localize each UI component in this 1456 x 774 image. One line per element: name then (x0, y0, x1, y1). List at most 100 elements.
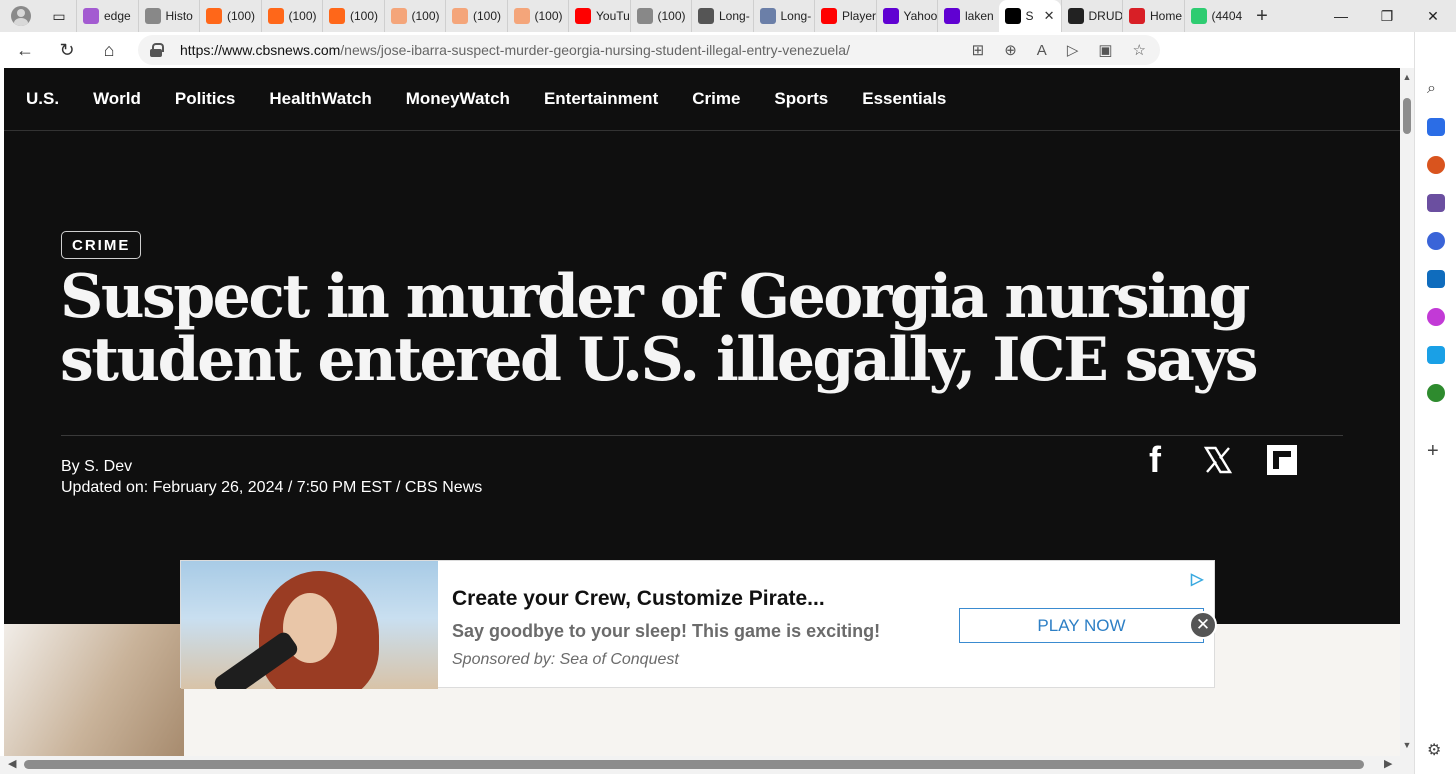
substack-icon (390, 8, 407, 24)
tab-strip: ▭ edge Histo (100) (100) (100) (100) (100) (100… (0, 0, 1456, 32)
scroll-up-arrow-icon[interactable]: ▲ (1402, 72, 1412, 82)
sidebar-app-icon[interactable] (1427, 118, 1445, 136)
home-red-icon (1129, 8, 1145, 24)
tab-label: edge (104, 9, 131, 23)
browser-tab[interactable]: Long- (691, 0, 753, 32)
minimize-button[interactable]: — (1318, 0, 1364, 32)
app-available-icon[interactable]: ⊞ (972, 41, 985, 59)
browser-tab[interactable]: Home (1122, 0, 1184, 32)
tab-label: (100) (534, 9, 563, 23)
tab-label: (100) (473, 9, 502, 23)
edge-sidebar: ⌕ + ⚙ (1414, 32, 1456, 774)
browser-tab[interactable]: Yahoo (875, 0, 937, 32)
flipboard-share-icon[interactable] (1266, 440, 1298, 480)
play-now-button[interactable]: PLAY NOW (959, 608, 1204, 643)
divider (61, 435, 1343, 436)
vertical-scrollbar[interactable]: ▲ ▼ (1400, 68, 1414, 756)
refresh-button[interactable]: ↻ (46, 32, 88, 68)
tab-label: Long- (780, 9, 812, 23)
sidebar-app-icon[interactable] (1427, 156, 1445, 174)
settings-gear-icon[interactable]: ⚙ (1427, 740, 1441, 760)
scroll-down-arrow-icon[interactable]: ▼ (1402, 740, 1412, 750)
browser-tab[interactable]: laken (937, 0, 999, 32)
nav-link-us[interactable]: U.S. (26, 89, 59, 109)
ad-subtitle[interactable]: Say goodbye to your sleep! This game is … (452, 621, 880, 642)
tab-label: Player (842, 9, 876, 23)
scroll-left-arrow-icon[interactable]: ◀ (8, 757, 16, 770)
close-window-button[interactable]: ✕ (1410, 0, 1456, 32)
sidebar-app-icon[interactable] (1427, 270, 1445, 288)
sidebar-app-icon[interactable] (1427, 194, 1445, 212)
tab-label: Histo (165, 9, 193, 23)
vertical-scroll-thumb[interactable] (1403, 98, 1411, 134)
tab-label: Home (1150, 9, 1183, 23)
updated-timestamp: Updated on: February 26, 2024 / 7:50 PM … (61, 479, 483, 496)
nav-link-essentials[interactable]: Essentials (862, 89, 946, 109)
ad-image[interactable] (181, 561, 438, 689)
favorite-star-icon[interactable]: ☆ (1133, 41, 1146, 59)
scroll-right-arrow-icon[interactable]: ▶ (1384, 757, 1392, 770)
browser-tab[interactable]: Long- (752, 0, 815, 32)
video-icon[interactable]: ▷ (1067, 41, 1079, 59)
url-field[interactable]: https://www.cbsnews.com/news/jose-ibarra… (138, 35, 1160, 65)
tab-label: (100) (350, 9, 379, 23)
substack-icon (329, 8, 345, 24)
horizontal-scroll-thumb[interactable] (24, 760, 1364, 769)
nav-link-sports[interactable]: Sports (774, 89, 828, 109)
browser-tab[interactable]: (100) (383, 0, 446, 32)
read-aloud-icon[interactable]: A (1037, 42, 1047, 59)
browser-tab[interactable]: YouTu (568, 0, 630, 32)
zoom-icon[interactable]: ⊕ (1004, 41, 1017, 59)
profile-button[interactable] (0, 0, 42, 32)
url-text: https://www.cbsnews.com/news/jose-ibarra… (180, 42, 850, 58)
browser-tab[interactable]: (4404 (1183, 0, 1246, 32)
category-badge[interactable]: CRIME (61, 231, 142, 259)
yahoo-icon (944, 8, 960, 24)
tab-label: (100) (227, 9, 256, 23)
x-share-icon[interactable] (1202, 440, 1234, 480)
tab-actions-button[interactable]: ▭ (42, 0, 76, 32)
browser-tab[interactable]: (100) (506, 0, 569, 32)
sidebar-app-icon[interactable] (1427, 232, 1445, 250)
lock-icon[interactable] (150, 43, 164, 57)
add-sidebar-app-icon[interactable]: + (1427, 440, 1439, 463)
adchoices-icon[interactable]: ▷ (1191, 569, 1211, 588)
tab-label: (4404 (1211, 9, 1243, 23)
new-tab-button[interactable]: + (1245, 0, 1279, 32)
browser-tab[interactable]: Histo (137, 0, 200, 32)
horizontal-scrollbar[interactable]: ◀ ▶ (0, 756, 1414, 774)
ad-close-button[interactable]: ✕ (1189, 611, 1217, 639)
nav-link-entertainment[interactable]: Entertainment (544, 89, 658, 109)
browser-tab[interactable]: edge (76, 0, 138, 32)
close-tab-icon[interactable]: ✕ (1044, 8, 1055, 24)
search-icon[interactable]: ⌕ (1427, 80, 1445, 98)
sidebar-app-icon[interactable] (1427, 384, 1445, 402)
tab-label: YouTu (596, 9, 630, 23)
nav-link-moneywatch[interactable]: MoneyWatch (406, 89, 510, 109)
nav-link-world[interactable]: World (93, 89, 141, 109)
history-icon (144, 8, 161, 24)
profile-icon (11, 6, 31, 26)
home-button[interactable]: ⌂ (88, 32, 130, 68)
ad-title[interactable]: Create your Crew, Customize Pirate... (452, 587, 825, 611)
sidebar-app-icon[interactable] (1427, 346, 1445, 364)
browser-tab[interactable]: (100) (260, 0, 323, 32)
maximize-button[interactable]: ❐ (1364, 0, 1410, 32)
nav-link-healthwatch[interactable]: HealthWatch (269, 89, 371, 109)
facebook-share-icon[interactable]: f (1142, 439, 1168, 480)
immersive-reader-icon[interactable]: ▣ (1098, 41, 1112, 59)
browser-tab[interactable]: (100) (199, 0, 261, 32)
browser-tab[interactable]: (100) (629, 0, 692, 32)
browser-tab[interactable]: (100) (322, 0, 384, 32)
browser-tab[interactable]: (100) (445, 0, 507, 32)
browser-tab[interactable]: DRUD (1060, 0, 1122, 32)
sidebar-app-icon[interactable] (1427, 308, 1445, 326)
browser-tab[interactable]: S ✕ (998, 0, 1061, 32)
site-nav: U.S. World Politics HealthWatch MoneyWatch En… (4, 68, 1400, 131)
sticky-ad[interactable]: Create your Crew, Customize Pirate... Sa… (180, 560, 1215, 689)
yahoo-edge-icon (83, 8, 99, 24)
back-button[interactable]: ← (4, 32, 46, 68)
browser-tab[interactable]: Player (814, 0, 876, 32)
nav-link-politics[interactable]: Politics (175, 89, 235, 109)
nav-link-crime[interactable]: Crime (692, 89, 740, 109)
